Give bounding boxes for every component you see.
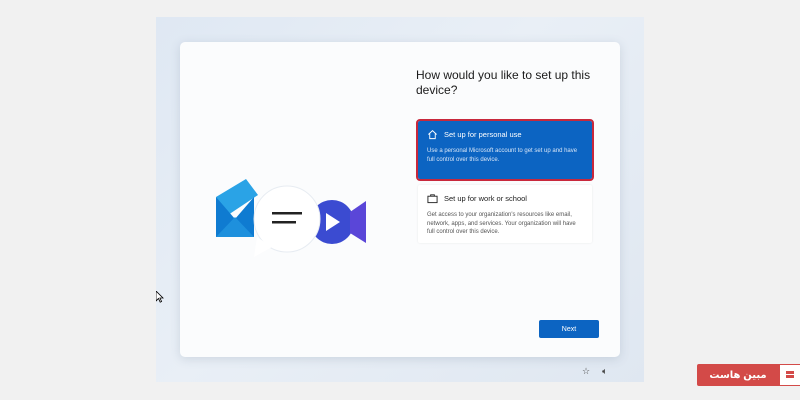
- briefcase-icon: [427, 194, 438, 204]
- mouse-cursor-icon: [156, 291, 164, 303]
- option-description: Use a personal Microsoft account to get …: [427, 148, 578, 163]
- option-label: Set up for personal use: [444, 130, 522, 139]
- option-personal-use[interactable]: Set up for personal use Use a personal M…: [416, 119, 594, 181]
- option-work-school[interactable]: Set up for work or school Get access to …: [418, 185, 592, 243]
- oobe-screen: How would you like to set up this device…: [156, 17, 644, 382]
- option-label: Set up for work or school: [444, 194, 527, 203]
- apps-illustration: [216, 179, 366, 257]
- mail-icon: [216, 179, 258, 237]
- watermark-logo: مبین هاست: [697, 364, 800, 386]
- chat-bubble-icon: [253, 185, 321, 257]
- volume-icon[interactable]: 🔈︎: [602, 366, 607, 377]
- next-button[interactable]: Next: [539, 320, 599, 338]
- watermark-text: مبین هاست: [697, 364, 779, 386]
- page-title: How would you like to set up this device…: [416, 68, 591, 97]
- accessibility-icon[interactable]: ☆: [582, 366, 590, 377]
- home-icon: [428, 130, 437, 140]
- server-icon: [779, 364, 800, 386]
- setup-dialog: How would you like to set up this device…: [180, 42, 620, 357]
- option-description: Get access to your organization's resour…: [427, 212, 576, 235]
- system-tray: ☆ 🔈︎: [582, 366, 607, 377]
